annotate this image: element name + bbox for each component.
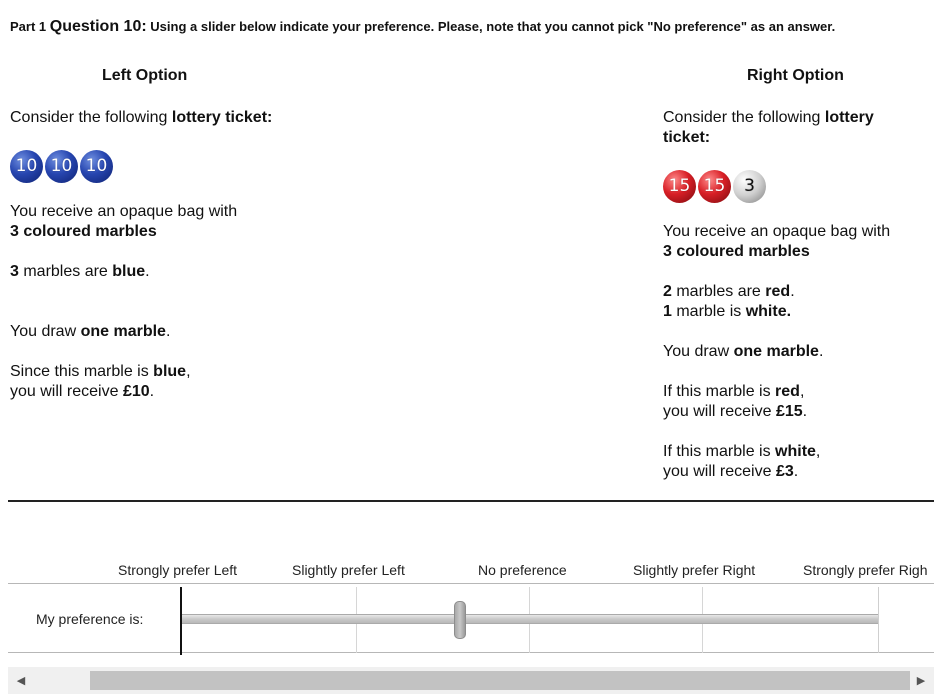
left-bag-text: You receive an opaque bag with 3 coloure… <box>10 203 238 240</box>
right-option-panel: Right Option Consider the following lott… <box>663 66 934 482</box>
left-marbles-text: 3 marbles are blue. <box>10 263 150 280</box>
preference-scale-labels: Strongly prefer Left Slightly prefer Lef… <box>0 562 934 580</box>
part-label: Part 1 <box>10 19 47 34</box>
right-payoff-red-text: If this marble is red, you will receive … <box>663 383 808 420</box>
scale-label-no-preference: No preference <box>478 562 567 578</box>
slider-track-area[interactable] <box>182 587 878 653</box>
right-intro: Consider the following lottery ticket: <box>663 109 874 146</box>
right-ticket-balls: 15 15 3 <box>663 168 934 204</box>
scale-label-strongly-left: Strongly prefer Left <box>118 562 238 578</box>
blue-ball-icon: 10 <box>45 149 78 183</box>
right-bag-text: You receive an opaque bag with 3 coloure… <box>663 223 891 260</box>
preference-slider-row: My preference is: <box>8 583 934 655</box>
left-payoff-text: Since this marble is blue, you will rece… <box>10 363 191 400</box>
left-option-title: Left Option <box>102 67 188 84</box>
left-intro-bold: lottery ticket: <box>171 109 273 126</box>
left-intro: Consider the following lottery ticket: <box>10 109 273 126</box>
white-ball-icon: 3 <box>733 169 766 203</box>
right-draw-text: You draw one marble. <box>663 343 824 360</box>
scale-label-slightly-right: Slightly prefer Right <box>633 562 756 578</box>
scrollbar-thumb[interactable] <box>90 671 910 690</box>
red-ball-icon: 15 <box>698 169 731 203</box>
slider-thumb[interactable] <box>454 601 466 639</box>
left-ticket-balls: 10 10 10 <box>10 148 310 184</box>
right-option-title: Right Option <box>747 67 844 84</box>
preference-row-label: My preference is: <box>36 611 144 627</box>
scale-label-slightly-left: Slightly prefer Left <box>292 562 405 578</box>
track-end-line <box>878 587 879 653</box>
section-divider <box>8 500 934 502</box>
slider-track[interactable] <box>182 614 878 624</box>
blue-ball-icon: 10 <box>10 149 43 183</box>
red-ball-icon: 15 <box>663 169 696 203</box>
question-header: Part 1 Question 10: Using a slider below… <box>10 18 930 36</box>
right-marbles-text: 2 marbles are red. 1 marble is white. <box>663 283 795 320</box>
scroll-left-arrow-icon[interactable]: ◀ <box>8 667 34 694</box>
question-number: Question 10: <box>49 18 147 35</box>
right-payoff-white-text: If this marble is white, you will receiv… <box>663 443 821 480</box>
scroll-right-arrow-icon[interactable]: ▶ <box>908 667 934 694</box>
scale-label-strongly-right: Strongly prefer Righ <box>803 562 928 578</box>
horizontal-scrollbar[interactable]: ◀ ▶ <box>8 667 934 694</box>
left-draw-text: You draw one marble. <box>10 323 171 340</box>
blue-ball-icon: 10 <box>80 149 113 183</box>
left-option-panel: Left Option Consider the following lotte… <box>10 66 310 402</box>
question-instruction: Using a slider below indicate your prefe… <box>146 19 836 34</box>
